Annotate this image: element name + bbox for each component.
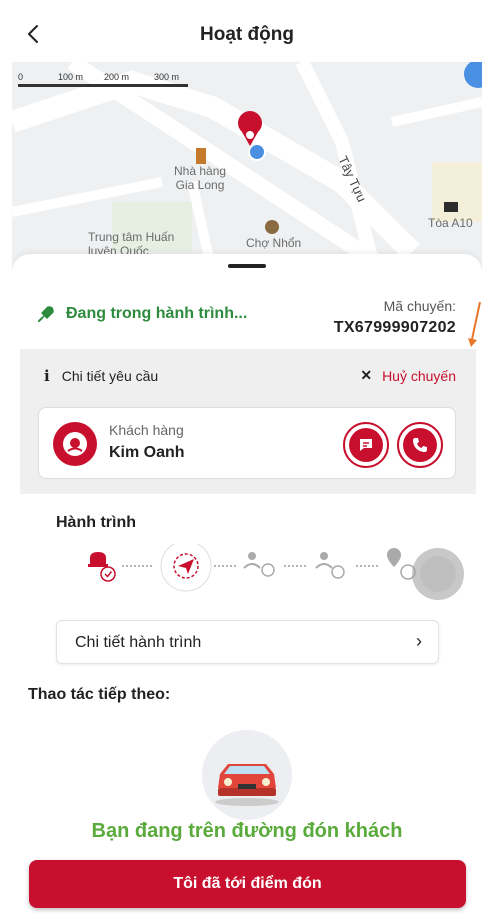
trip-status-text: Đang trong hành trình... [66, 305, 248, 322]
customer-avatar [53, 422, 97, 466]
navigate-icon [160, 544, 212, 592]
trip-bottom-sheet: Đang trong hành trình... Mã chuyến: TX67… [12, 254, 482, 914]
page-title: Hoạt động [200, 24, 294, 45]
on-way-message: Bạn đang trên đường đón khách [91, 820, 403, 842]
chevron-right-icon: › [416, 631, 422, 651]
close-icon: ✕ [360, 367, 373, 383]
chat-icon [349, 428, 383, 462]
journey-steps [88, 544, 464, 600]
customer-label: Khách hàng [109, 422, 184, 438]
customer-name: Kim Oanh [109, 444, 185, 461]
phone-icon [403, 428, 437, 462]
sheet-drag-handle[interactable] [228, 264, 266, 268]
annotation-arrow [468, 301, 481, 347]
scale-label-100: 100 m [58, 72, 84, 82]
driver-assigned-icon [88, 552, 116, 582]
next-action-title: Thao tác tiếp theo: [28, 686, 171, 703]
app-header: Hoạt động [12, 0, 482, 62]
trip-status: Đang trong hành trình... [36, 304, 247, 324]
trip-code: TX67999907202 [333, 319, 456, 336]
map-place-building: Tòa A10 [428, 216, 473, 230]
trip-code-label: Mã chuyến: [383, 298, 456, 314]
request-detail-title: Chi tiết yêu cầu [61, 368, 159, 384]
request-detail-header: i Chi tiết yêu cầu [44, 367, 158, 385]
customer-card: Khách hàng Kim Oanh [38, 407, 456, 479]
pickup-icon [243, 552, 275, 577]
map-place-market: Chợ Nhổn [246, 236, 302, 250]
car-illustration [202, 730, 292, 820]
call-button[interactable] [397, 422, 443, 468]
journey-detail-link[interactable]: Chi tiết hành trình › [56, 620, 439, 664]
map-view[interactable]: 0 100 m 200 m 300 m Nhà hàng Gia Long Tr… [12, 62, 482, 272]
journey-title: Hành trình [56, 514, 136, 531]
arrived-pickup-button[interactable]: Tôi đã tới điểm đón [29, 860, 466, 908]
info-icon: i [44, 367, 50, 385]
destination-icon [387, 548, 416, 580]
cancel-trip-button[interactable]: ✕ Huỷ chuyến [360, 367, 456, 384]
cancel-trip-label: Huỷ chuyến [382, 367, 456, 384]
chat-button[interactable] [343, 422, 389, 468]
scale-label-200: 200 m [104, 72, 130, 82]
in-trip-icon [315, 552, 345, 579]
rocket-icon [38, 306, 54, 322]
map-scale-bar [18, 84, 188, 87]
scale-label-300: 300 m [154, 72, 180, 82]
journey-detail-label: Chi tiết hành trình [75, 634, 202, 651]
app-frame: Hoạt động 0 100 m 200 m 300 m Nhà hàng G… [12, 0, 482, 914]
map-place-restaurant: Nhà hàng Gia Long [174, 164, 227, 192]
request-detail-box: i Chi tiết yêu cầu ✕ Huỷ chuyến Khách hà… [20, 349, 476, 494]
scale-label-0: 0 [18, 72, 24, 82]
